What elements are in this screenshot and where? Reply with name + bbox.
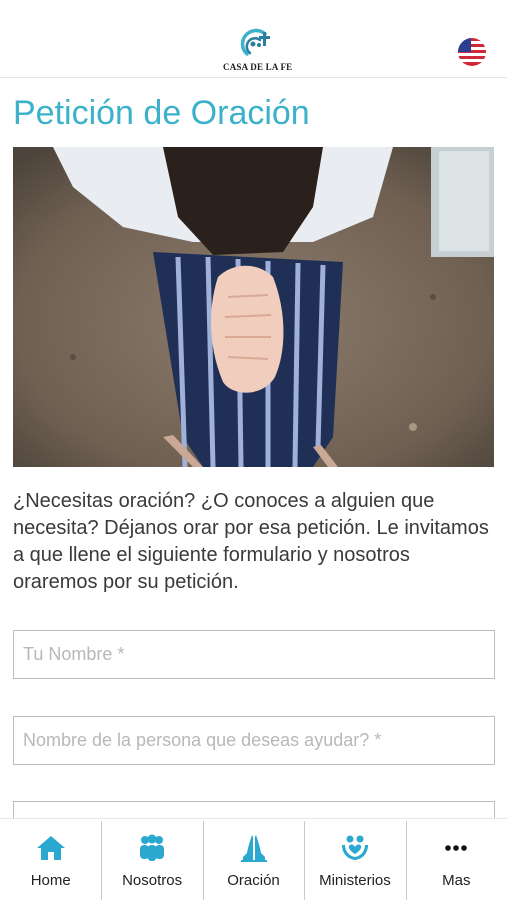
- tab-ministerios-label: Ministerios: [319, 872, 391, 889]
- tab-nosotros-label: Nosotros: [122, 872, 183, 889]
- logo-text: CASA DE LA FE: [223, 62, 293, 72]
- tab-oracion[interactable]: Oración: [202, 819, 304, 900]
- intro-text: ¿Necesitas oración? ¿O conoces a alguien…: [13, 490, 489, 593]
- prayer-hero-image: [13, 147, 494, 467]
- bottom-tab-bar: Home Nosotros Oración Ministerios Mas: [0, 818, 507, 900]
- tab-nosotros[interactable]: Nosotros: [101, 819, 202, 900]
- tab-mas[interactable]: Mas: [405, 819, 507, 900]
- tab-home[interactable]: Home: [0, 819, 101, 900]
- app-header: CASA DE LA FE: [0, 0, 507, 78]
- tab-ministerios[interactable]: Ministerios: [304, 819, 405, 900]
- people-icon: [136, 833, 168, 863]
- person-name-field[interactable]: [13, 716, 495, 765]
- home-icon: [35, 833, 67, 863]
- name-field[interactable]: [13, 630, 495, 679]
- main-content: Petición de Oración ¿Necesitas oración? …: [0, 78, 507, 818]
- third-field[interactable]: [13, 801, 495, 818]
- tab-mas-label: Mas: [442, 872, 471, 889]
- ministries-icon: [339, 833, 371, 863]
- us-flag-icon[interactable]: [458, 38, 486, 66]
- logo-icon: [240, 28, 270, 56]
- third-input[interactable]: [14, 802, 494, 818]
- casa-de-la-fe-logo[interactable]: CASA DE LA FE: [223, 26, 293, 76]
- more-icon: [440, 833, 472, 863]
- person-name-input[interactable]: [14, 717, 494, 764]
- name-input[interactable]: [14, 631, 494, 678]
- praying-hands-icon: [238, 833, 270, 863]
- page-title: Petición de Oración: [13, 94, 310, 132]
- tab-home-label: Home: [30, 872, 71, 889]
- tab-oracion-label: Oración: [227, 872, 280, 889]
